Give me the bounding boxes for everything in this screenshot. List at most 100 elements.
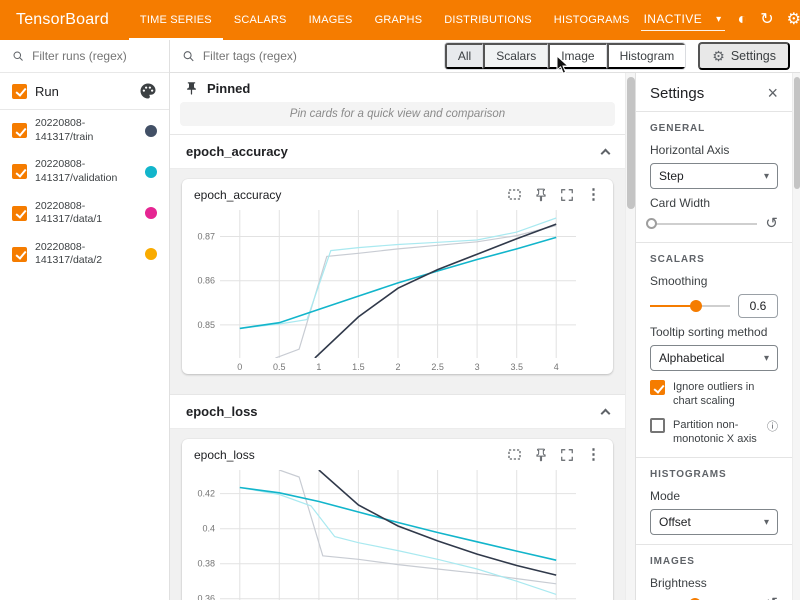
reset-brightness-icon[interactable]: ↺ bbox=[765, 596, 778, 600]
run-name: 20220808-141317/data/2 bbox=[35, 241, 137, 268]
run-row-train[interactable]: 20220808-141317/train bbox=[0, 110, 169, 151]
tab-distributions[interactable]: DISTRIBUTIONS bbox=[433, 0, 543, 40]
svg-text:0.4: 0.4 bbox=[202, 524, 215, 534]
filter-scalars-button[interactable]: Scalars bbox=[483, 43, 548, 69]
collapse-section-icon[interactable] bbox=[601, 148, 611, 158]
runs-column-header: Run bbox=[35, 84, 131, 99]
slider-thumb[interactable] bbox=[646, 218, 657, 229]
gear-icon[interactable]: ⚙ bbox=[787, 12, 800, 28]
settings-panel: Settings × GENERAL Horizontal Axis Step … bbox=[635, 73, 792, 600]
svg-text:0.42: 0.42 bbox=[197, 489, 215, 499]
tab-graphs[interactable]: GRAPHS bbox=[364, 0, 434, 40]
run-checkbox[interactable] bbox=[12, 164, 27, 179]
refresh-icon[interactable]: ↻ bbox=[760, 12, 773, 28]
section-epoch-accuracy: epoch_accuracy epoch_accuracy bbox=[170, 135, 625, 395]
filter-runs-input[interactable] bbox=[32, 49, 157, 63]
scrollbar-thumb[interactable] bbox=[794, 77, 800, 189]
brightness-label: Brightness bbox=[650, 576, 778, 590]
chevron-down-icon: ▾ bbox=[764, 171, 769, 182]
search-icon bbox=[182, 49, 195, 63]
run-color-dot bbox=[145, 166, 157, 178]
palette-icon[interactable] bbox=[139, 82, 157, 100]
chevron-down-icon: ▾ bbox=[716, 14, 721, 25]
section-title: epoch_accuracy bbox=[186, 144, 288, 159]
horizontal-axis-value: Step bbox=[659, 169, 684, 183]
fullscreen-icon[interactable] bbox=[560, 188, 574, 202]
run-row-validation[interactable]: 20220808-141317/validation bbox=[0, 151, 169, 192]
scalars-section-label: SCALARS bbox=[650, 254, 778, 265]
epoch-accuracy-chart[interactable]: 00.511.522.533.540.850.860.87 bbox=[184, 204, 582, 374]
search-icon bbox=[12, 49, 24, 63]
run-checkbox[interactable] bbox=[12, 123, 27, 138]
pin-outline-icon[interactable] bbox=[534, 448, 548, 462]
images-section-label: IMAGES bbox=[650, 556, 778, 567]
histograms-section-label: HISTOGRAMS bbox=[650, 469, 778, 480]
horizontal-axis-select[interactable]: Step ▾ bbox=[650, 163, 778, 189]
tab-time-series[interactable]: TIME SERIES bbox=[129, 0, 223, 40]
svg-text:4: 4 bbox=[554, 362, 559, 372]
epoch-loss-chart[interactable]: 00.511.522.533.540.360.380.40.42 bbox=[184, 464, 582, 600]
svg-text:0.5: 0.5 bbox=[273, 362, 286, 372]
scalar-card-epoch-accuracy: epoch_accuracy ⋮ 00.511.522.533.540.850.… bbox=[182, 179, 613, 374]
filter-all-button[interactable]: All bbox=[445, 43, 483, 69]
svg-text:0.36: 0.36 bbox=[197, 594, 215, 600]
tab-scalars[interactable]: SCALARS bbox=[223, 0, 298, 40]
filter-histogram-button[interactable]: Histogram bbox=[607, 43, 686, 69]
settings-panel-title: Settings bbox=[650, 85, 704, 102]
svg-text:2.5: 2.5 bbox=[431, 362, 444, 372]
histogram-mode-select[interactable]: Offset ▾ bbox=[650, 509, 778, 535]
histogram-mode-value: Offset bbox=[659, 515, 691, 529]
filter-tags-row bbox=[182, 49, 436, 63]
chevron-down-icon: ▾ bbox=[764, 353, 769, 364]
tooltip-sorting-select[interactable]: Alphabetical ▾ bbox=[650, 345, 778, 371]
run-color-dot bbox=[145, 248, 157, 260]
settings-scrollbar[interactable] bbox=[792, 73, 800, 600]
partition-x-axis-checkbox[interactable] bbox=[650, 418, 665, 433]
run-name: 20220808-141317/data/1 bbox=[35, 200, 137, 227]
theme-toggle-icon[interactable]: ◐ bbox=[738, 12, 748, 28]
card-width-slider[interactable] bbox=[650, 217, 757, 231]
card-title: epoch_loss bbox=[194, 448, 507, 462]
close-icon[interactable]: × bbox=[767, 84, 778, 102]
settings-button-label: Settings bbox=[731, 49, 776, 63]
fullscreen-icon[interactable] bbox=[560, 448, 574, 462]
run-row-data-1[interactable]: 20220808-141317/data/1 bbox=[0, 193, 169, 234]
fit-domain-icon[interactable] bbox=[507, 447, 522, 462]
fit-domain-icon[interactable] bbox=[507, 187, 522, 202]
run-color-dot bbox=[145, 207, 157, 219]
chevron-down-icon: ▾ bbox=[764, 517, 769, 528]
filter-tags-input[interactable] bbox=[203, 49, 436, 63]
run-name: 20220808-141317/train bbox=[35, 117, 137, 144]
tab-histograms[interactable]: HISTOGRAMS bbox=[543, 0, 641, 40]
ignore-outliers-checkbox[interactable] bbox=[650, 380, 665, 395]
run-row-data-2[interactable]: 20220808-141317/data/2 bbox=[0, 234, 169, 275]
slider-thumb[interactable] bbox=[690, 300, 702, 312]
svg-text:0.86: 0.86 bbox=[197, 276, 215, 286]
tab-images[interactable]: IMAGES bbox=[298, 0, 364, 40]
app-header: TensorBoard TIME SERIES SCALARS IMAGES G… bbox=[0, 0, 800, 40]
run-checkbox[interactable] bbox=[12, 206, 27, 221]
horizontal-axis-label: Horizontal Axis bbox=[650, 143, 778, 157]
filter-runs-row bbox=[0, 40, 169, 73]
svg-text:3.5: 3.5 bbox=[510, 362, 523, 372]
reset-card-width-icon[interactable]: ↺ bbox=[765, 216, 778, 231]
runs-header-row: Run bbox=[0, 73, 169, 110]
select-all-runs-checkbox[interactable] bbox=[12, 84, 27, 99]
reload-status-dropdown[interactable]: INACTIVE ▾ bbox=[641, 9, 725, 31]
pin-outline-icon[interactable] bbox=[534, 188, 548, 202]
more-options-icon[interactable]: ⋮ bbox=[586, 187, 601, 202]
scrollbar-thumb[interactable] bbox=[627, 77, 635, 209]
gear-icon: ⚙ bbox=[712, 49, 725, 63]
settings-toggle-button[interactable]: ⚙ Settings bbox=[698, 42, 790, 70]
cards-area: Pinned Pin cards for a quick view and co… bbox=[170, 73, 625, 600]
app-title: TensorBoard bbox=[16, 11, 109, 29]
tags-toolbar: All Scalars Image Histogram ⚙ Settings bbox=[170, 40, 800, 73]
collapse-section-icon[interactable] bbox=[601, 408, 611, 418]
main-scrollbar[interactable] bbox=[625, 73, 635, 600]
run-checkbox[interactable] bbox=[12, 247, 27, 262]
svg-text:3: 3 bbox=[475, 362, 480, 372]
svg-text:0.85: 0.85 bbox=[197, 320, 215, 330]
more-options-icon[interactable]: ⋮ bbox=[586, 447, 601, 462]
smoothing-input[interactable]: 0.6 bbox=[738, 294, 778, 318]
smoothing-slider[interactable] bbox=[650, 299, 730, 313]
